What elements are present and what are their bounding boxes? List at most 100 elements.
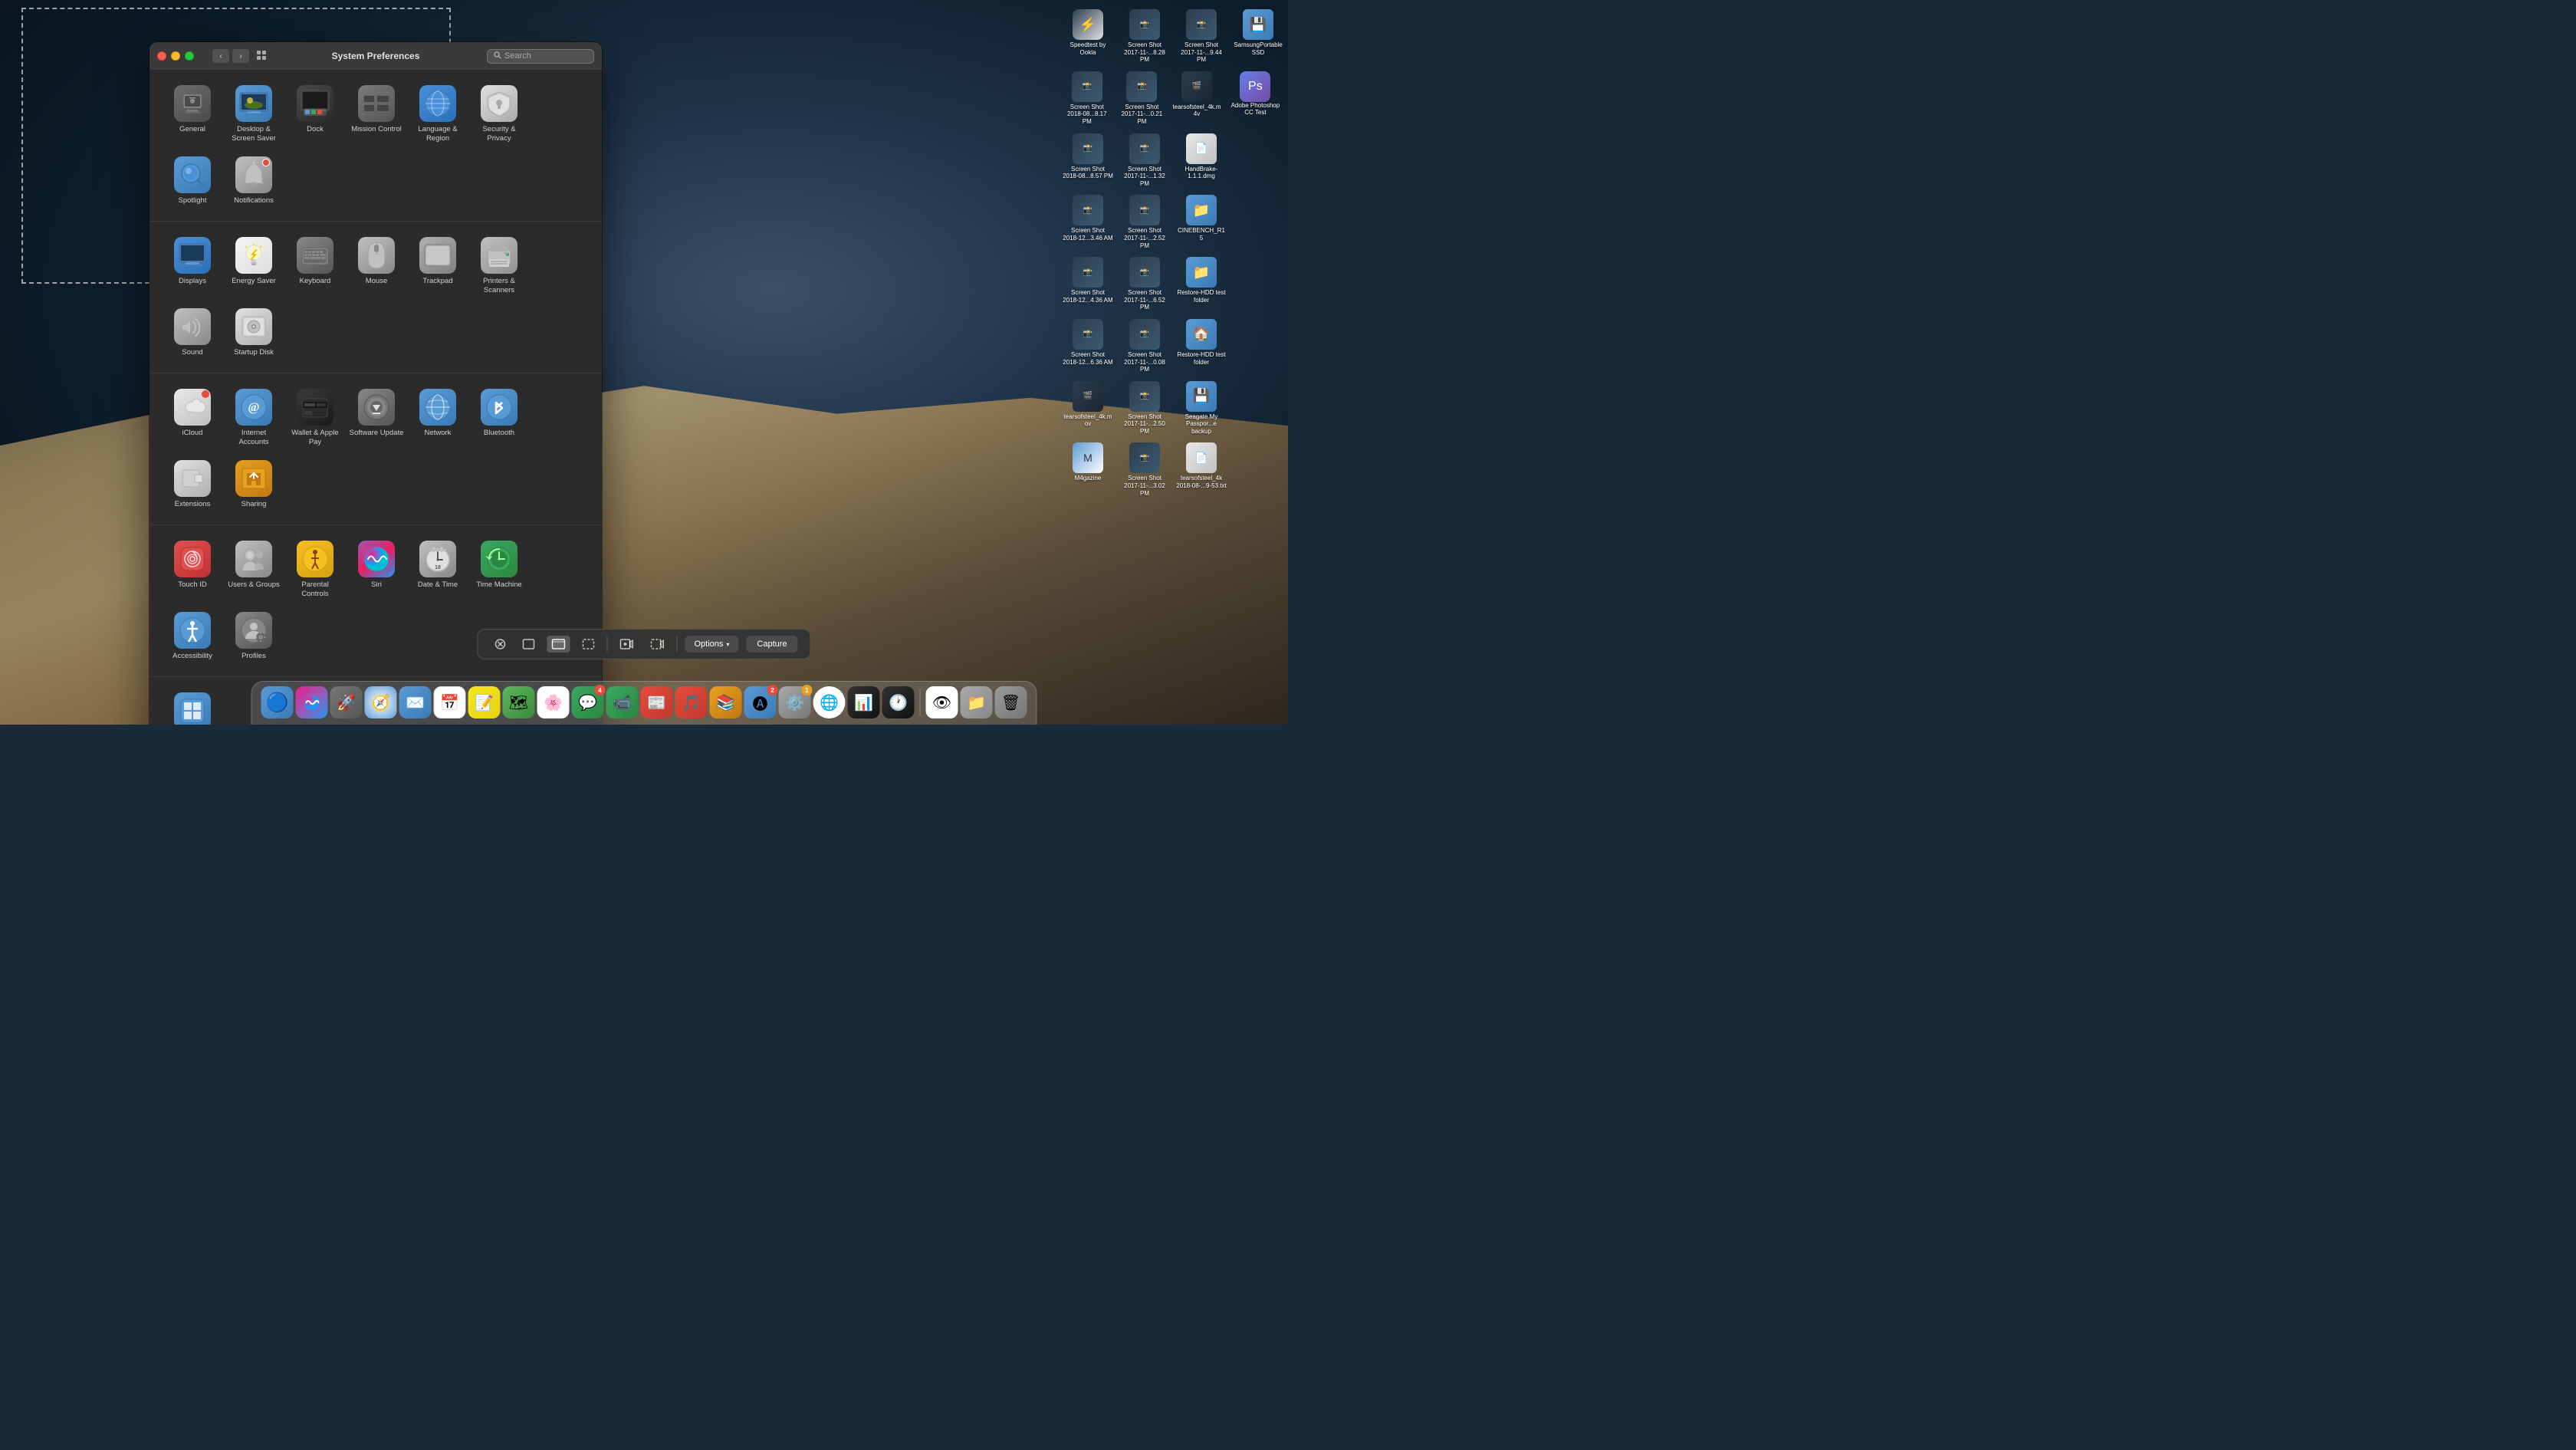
list-item[interactable]: 📸 Screen Shot 2017-11-...8.28 PM [1118, 6, 1171, 67]
dock-item-notes[interactable]: 📝 [468, 686, 501, 718]
list-item[interactable]: 📁 CINEBENCH_R15 [1175, 192, 1228, 252]
pref-item-bluetooth[interactable]: Bluetooth [468, 383, 530, 454]
capture-window-button[interactable] [518, 636, 539, 653]
list-item[interactable]: 📸 Screen Shot 2017-11-...1.32 PM [1118, 130, 1171, 191]
pref-item-language[interactable]: Language & Region [407, 79, 468, 150]
list-item[interactable]: M M4gazine [1061, 439, 1115, 500]
pref-item-siri[interactable]: Siri [346, 534, 407, 606]
maximize-button[interactable]: + [185, 51, 194, 61]
pref-item-security[interactable]: Security & Privacy [468, 79, 530, 150]
pref-item-timemachine[interactable]: Time Machine [468, 534, 530, 606]
dock-item-folder[interactable]: 📁 [961, 686, 993, 718]
dock-item-facetime[interactable]: 📹 [606, 686, 639, 718]
minimize-button[interactable]: − [171, 51, 180, 61]
pref-item-ntfs[interactable]: NTFS for Mac [162, 686, 223, 725]
pref-item-general[interactable]: General [162, 79, 223, 150]
dock-item-messages[interactable]: 💬 4 [572, 686, 604, 718]
list-item[interactable]: 📸 Screen Shot 2017-11-...9.44 PM [1175, 6, 1228, 67]
pref-item-software[interactable]: Software Update [346, 383, 407, 454]
pref-item-extensions[interactable]: Extensions [162, 454, 223, 515]
list-item[interactable]: 📸 Screen Shot 2017-11-...0.08 PM [1118, 316, 1171, 376]
pref-item-keyboard[interactable]: Keyboard [284, 231, 346, 302]
close-button[interactable]: ✕ [157, 51, 166, 61]
pref-item-mission[interactable]: Mission Control [346, 79, 407, 150]
pref-item-wallet[interactable]: Wallet & Apple Pay [284, 383, 346, 454]
list-item[interactable]: 📄 HandBrake-1.1.1.dmg [1175, 130, 1228, 191]
dock-item-chrome[interactable]: 🌐 [813, 686, 846, 718]
list-item[interactable]: 📸 Screen Shot 2018-12...6.36 AM [1061, 316, 1115, 376]
pref-item-trackpad[interactable]: Trackpad [407, 231, 468, 302]
prefs-section-internet: iCloud @ Internet Accounts [150, 373, 602, 525]
search-input[interactable] [504, 51, 587, 61]
dock-item-safari[interactable]: 🧭 [365, 686, 397, 718]
dock-item-istat[interactable]: 📊 [848, 686, 880, 718]
pref-item-touchid[interactable]: Touch ID [162, 534, 223, 606]
dock-item-maps[interactable]: 🗺 [503, 686, 535, 718]
pref-item-desktop[interactable]: Desktop & Screen Saver [223, 79, 284, 150]
dock-item-siri[interactable] [296, 686, 328, 718]
list-item[interactable]: 📄 tearsofsteel_4k 2018-08-...9-53.txt [1175, 439, 1228, 500]
capture-screen-button[interactable] [547, 636, 570, 653]
dock-item-books[interactable]: 📚 [710, 686, 742, 718]
list-item[interactable]: 💾 SamsungPortable SSD [1231, 6, 1285, 67]
file-label: Screen Shot 2018-12...6.36 AM [1063, 351, 1113, 366]
pref-item-printers[interactable]: Printers & Scanners [468, 231, 530, 302]
grid-view-button[interactable] [257, 51, 268, 61]
pref-item-spotlight[interactable]: Spotlight [162, 150, 223, 212]
capture-button[interactable]: Capture [746, 636, 797, 653]
pref-item-displays[interactable]: Displays [162, 231, 223, 302]
capture-video-screen-button[interactable] [615, 636, 638, 653]
list-item[interactable]: 📸 Screen Shot 2018-08...8.17 PM [1061, 68, 1113, 129]
list-item[interactable]: 📸 Screen Shot 2017-11-...2.50 PM [1118, 378, 1171, 439]
pref-item-notifications[interactable]: Notifications [223, 150, 284, 212]
forward-button[interactable]: › [232, 49, 249, 63]
pref-item-accessibility[interactable]: Accessibility [162, 606, 223, 667]
dock-item-finder[interactable]: 🔵 [261, 686, 294, 718]
pref-item-icloud[interactable]: iCloud [162, 383, 223, 454]
list-item[interactable]: 📸 Screen Shot 2017-11-...2.52 PM [1118, 192, 1171, 252]
pref-item-internet[interactable]: @ Internet Accounts [223, 383, 284, 454]
list-item[interactable]: 📁 Restore-HDD test folder [1175, 254, 1228, 314]
pref-item-sharing[interactable]: Sharing [223, 454, 284, 515]
list-item[interactable]: ⚡ Speedtest by Ookla [1061, 6, 1115, 67]
capture-selection-button[interactable] [577, 636, 599, 653]
list-item[interactable]: 📸 Screen Shot 2018-08...8.57 PM [1061, 130, 1115, 191]
list-item[interactable]: 📸 Screen Shot 2017-11-...6.52 PM [1118, 254, 1171, 314]
cancel-capture-button[interactable] [490, 636, 510, 653]
dock-item-calendar[interactable]: 📅 [434, 686, 466, 718]
pref-item-mouse[interactable]: Mouse [346, 231, 407, 302]
list-item[interactable]: 🎬 tearsofsteel_4k.m 4v [1171, 68, 1223, 129]
pref-item-network[interactable]: Network [407, 383, 468, 454]
list-item[interactable]: 📸 Screen Shot 2018-12...4.36 AM [1061, 254, 1115, 314]
list-item[interactable]: 🎬 tearsofsteel_4k.mov [1061, 378, 1115, 439]
list-item[interactable]: 📸 Screen Shot 2018-12...3.46 AM [1061, 192, 1115, 252]
list-item[interactable]: 🏠 Restore-HDD test folder [1175, 316, 1228, 376]
options-button[interactable]: Options ▾ [685, 636, 738, 653]
pref-item-energy[interactable]: Energy Saver [223, 231, 284, 302]
list-item[interactable]: 📸 Screen Shot 2017-11-...3.02 PM [1118, 439, 1171, 500]
dock-item-mail[interactable]: ✉️ [399, 686, 432, 718]
dock-item-trash[interactable]: 🗑 [995, 686, 1027, 718]
pref-item-sound[interactable]: Sound [162, 302, 223, 363]
list-item[interactable]: Ps Adobe Photoshop CC Test [1226, 68, 1285, 129]
dock-item-sysprefs[interactable]: ⚙️ 1 [779, 686, 811, 718]
capture-video-selection-button[interactable] [646, 636, 669, 653]
pref-item-startup[interactable]: Startup Disk [223, 302, 284, 363]
file-label: Screen Shot 2017-11-...2.52 PM [1119, 227, 1170, 249]
dock-item-appstore[interactable]: 🅐 2 [744, 686, 777, 718]
dock-item-preview[interactable]: 👁 [926, 686, 958, 718]
pref-item-profiles[interactable]: Profiles [223, 606, 284, 667]
pref-item-datetime[interactable]: 18 Date & Time [407, 534, 468, 606]
dock-item-launchpad[interactable]: 🚀 [330, 686, 363, 718]
dock-item-music[interactable]: 🎵 [675, 686, 708, 718]
list-item[interactable]: 📸 Screen Shot 2017-11-...0.21 PM [1116, 68, 1168, 129]
pref-item-users[interactable]: Users & Groups [223, 534, 284, 606]
search-box[interactable] [487, 49, 594, 64]
dock-item-news[interactable]: 📰 [641, 686, 673, 718]
list-item[interactable]: 💾 Seagate My Passpor...e backup [1175, 378, 1228, 439]
pref-item-dock[interactable]: Dock [284, 79, 346, 150]
dock-item-photos[interactable]: 🌸 [537, 686, 570, 718]
dock-item-clock[interactable]: 🕐 [882, 686, 915, 718]
pref-item-parental[interactable]: Parental Controls [284, 534, 346, 606]
back-button[interactable]: ‹ [212, 49, 229, 63]
